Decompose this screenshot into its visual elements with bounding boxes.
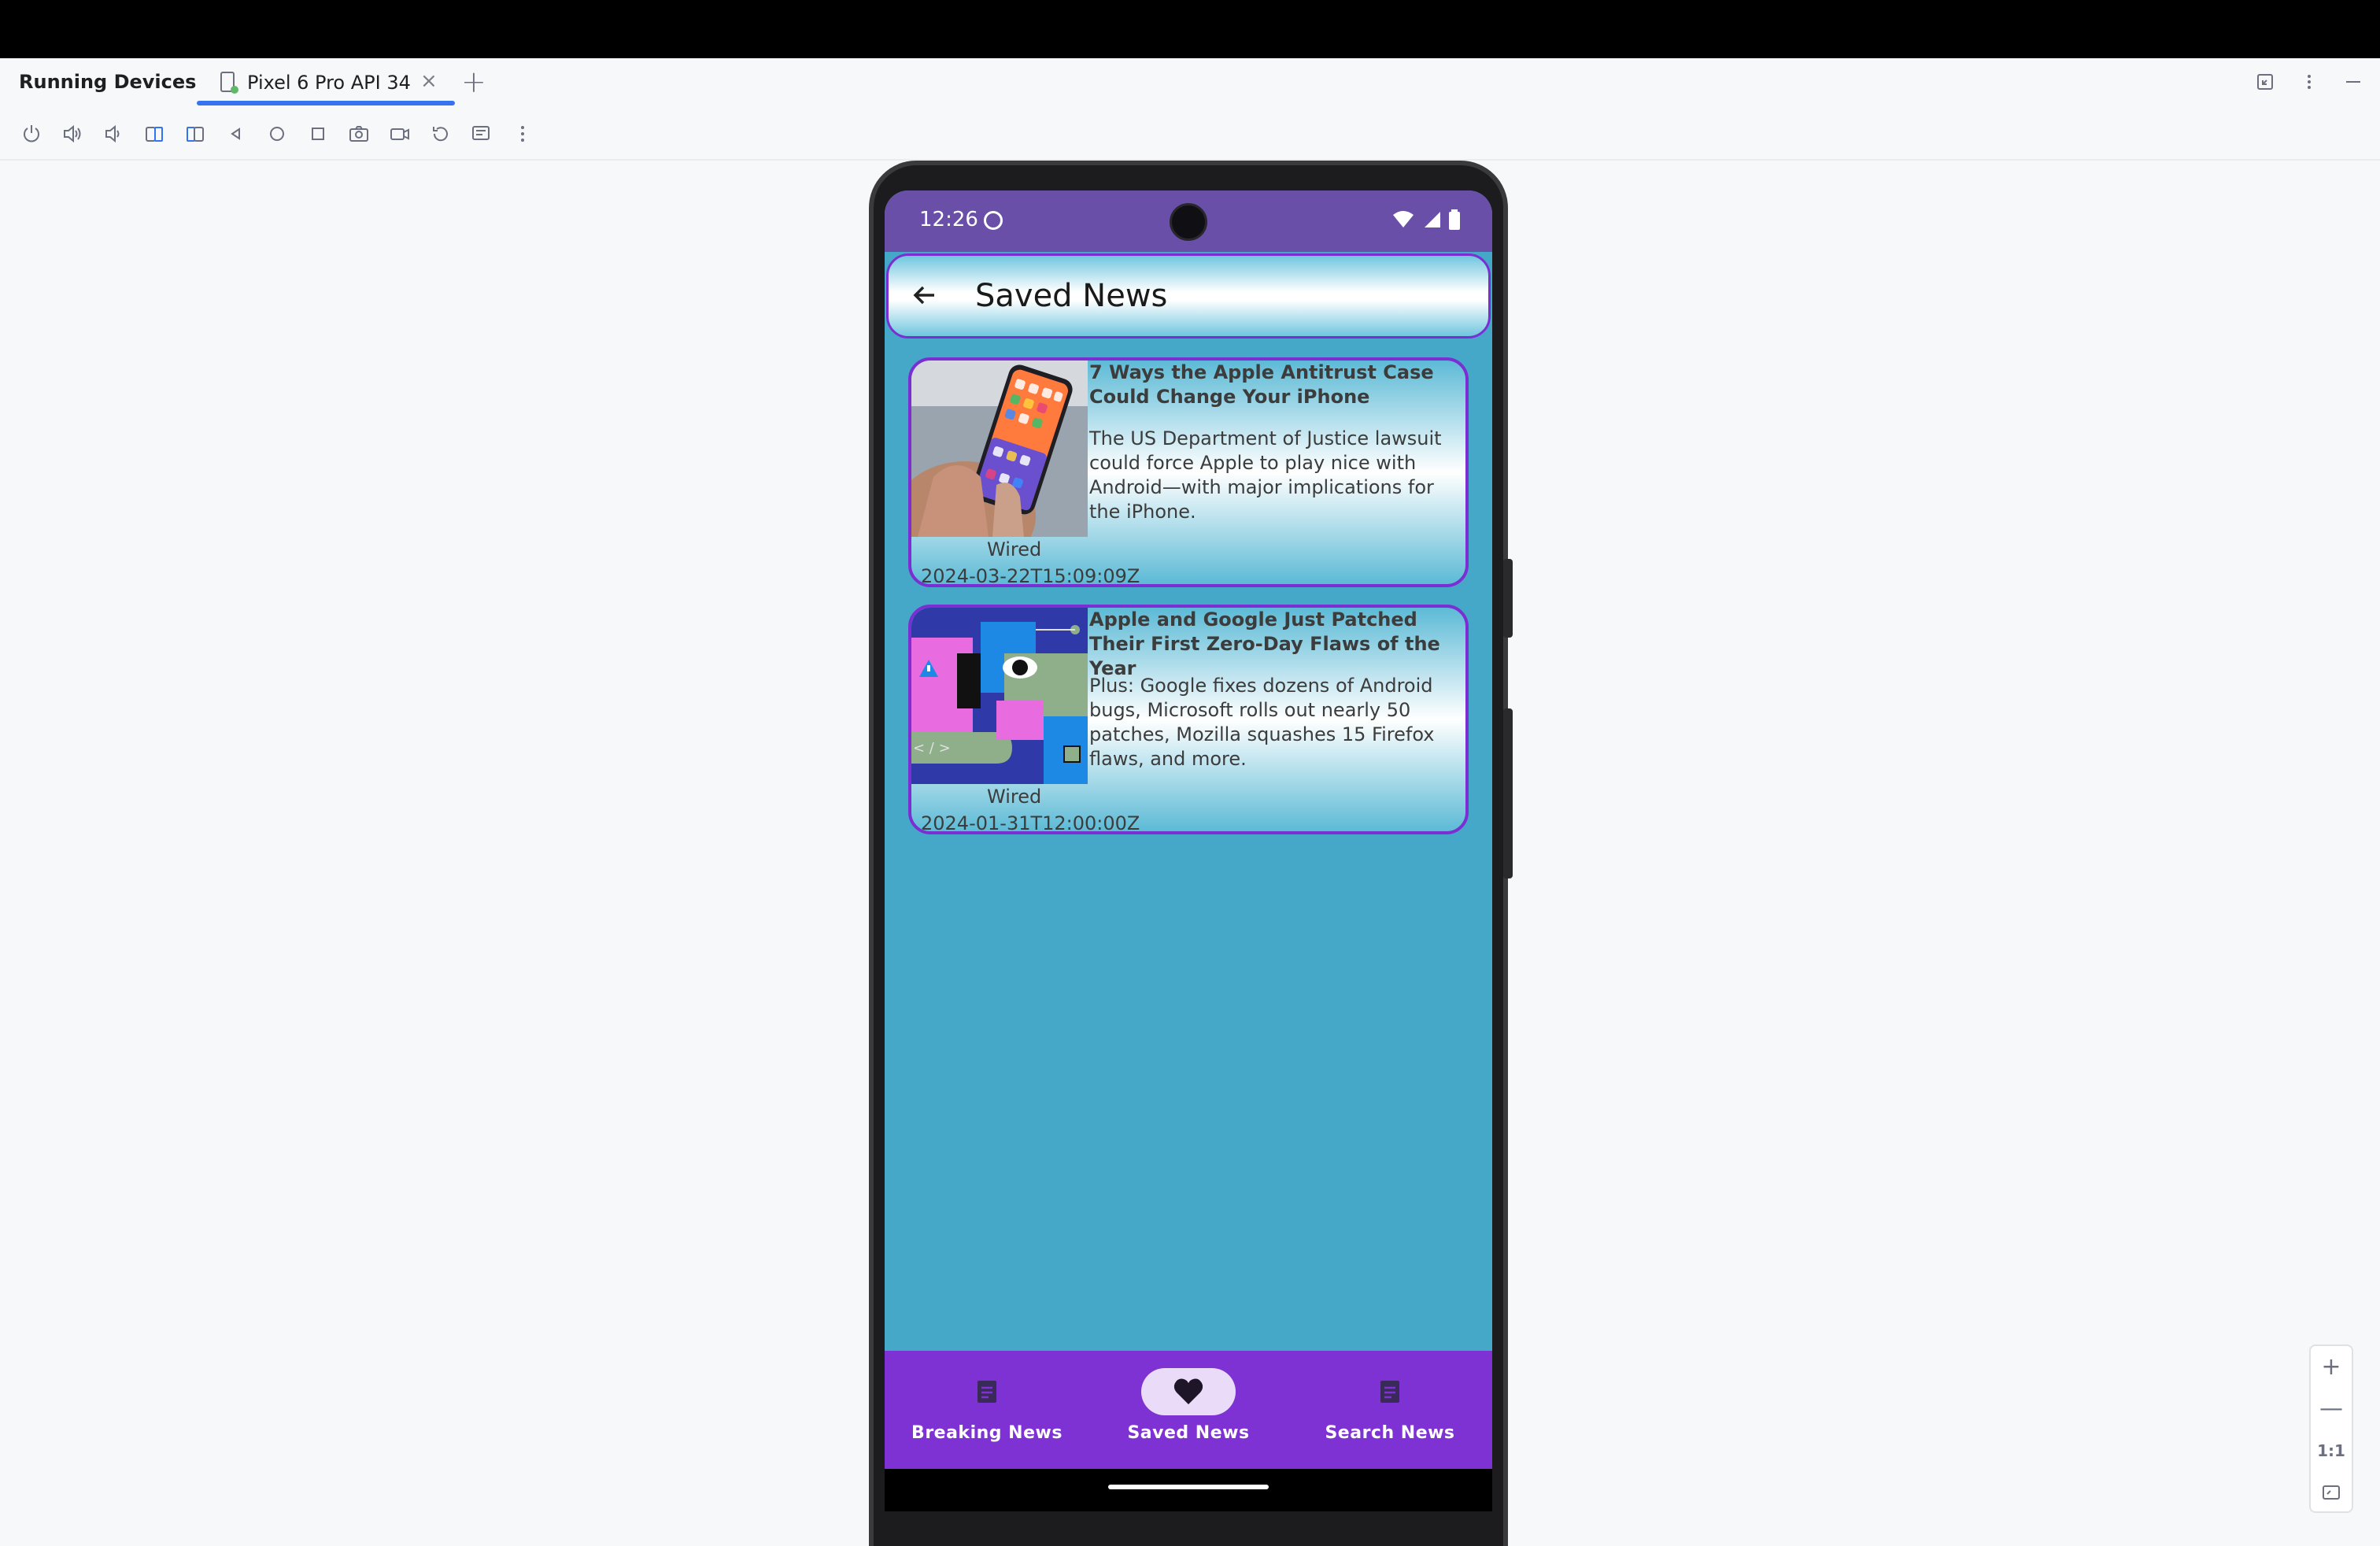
device-toolbar [0, 107, 2380, 161]
add-device-tab-button[interactable]: + [461, 65, 486, 99]
running-devices-tab-bar: Running Devices Pixel 6 Pro API 34 × + [0, 58, 2380, 107]
volume-up-icon[interactable] [60, 121, 85, 146]
screenshot-icon[interactable] [346, 121, 371, 146]
nav-breaking-news[interactable]: Breaking News [893, 1368, 1081, 1455]
volume-side-button[interactable] [1503, 708, 1513, 878]
tab-label: Pixel 6 Pro API 34 [247, 72, 411, 94]
news-card[interactable]: 7 Ways the Apple Antitrust Case Could Ch… [908, 357, 1469, 587]
home-handle[interactable] [1108, 1485, 1269, 1489]
rotate-left-icon[interactable] [142, 121, 167, 146]
article-source: Wired [987, 786, 1042, 808]
back-icon[interactable] [224, 121, 249, 146]
front-camera [1170, 203, 1207, 241]
gesture-bar [885, 1469, 1492, 1511]
article-title: 7 Ways the Apple Antitrust Case Could Ch… [1089, 361, 1434, 408]
wifi-icon [1393, 211, 1414, 227]
heart-icon [1173, 1378, 1203, 1404]
battery-icon [1449, 209, 1460, 230]
close-tab-icon[interactable]: × [420, 69, 438, 93]
minimize-icon[interactable] [2342, 71, 2364, 93]
nav-saved-news[interactable]: Saved News [1094, 1368, 1283, 1455]
article-thumbnail: < / > [911, 608, 1088, 784]
nav-label: Breaking News [911, 1423, 1062, 1443]
more-options-icon[interactable] [2298, 71, 2320, 93]
zoom-actual-size-button[interactable]: 1:1 [2311, 1429, 2352, 1471]
bottom-navigation: Breaking News Saved News Search News [885, 1351, 1492, 1469]
article-source: Wired [987, 538, 1042, 560]
power-side-button[interactable] [1503, 559, 1513, 638]
article-icon [1380, 1381, 1399, 1403]
article-title: Apple and Google Just Patched Their Firs… [1089, 608, 1440, 679]
nav-label: Search News [1325, 1423, 1455, 1443]
top-app-bar: Saved News [886, 253, 1491, 338]
article-date: 2024-01-31T12:00:00Z [921, 812, 1140, 834]
reset-icon[interactable] [428, 121, 453, 146]
nav-label: Saved News [1127, 1423, 1250, 1443]
device-settings-icon[interactable] [469, 121, 494, 146]
zoom-in-button[interactable]: + [2311, 1346, 2352, 1388]
status-bar: 12:26 [885, 190, 1492, 252]
window-top-bar [0, 0, 2380, 58]
device-icon [220, 72, 238, 94]
page-title: Saved News [975, 278, 1168, 314]
zoom-fit-icon[interactable] [2311, 1471, 2352, 1513]
volume-down-icon[interactable] [101, 121, 126, 146]
screen-record-icon[interactable] [387, 121, 412, 146]
article-icon [978, 1381, 996, 1403]
more-actions-icon[interactable] [510, 121, 535, 146]
home-icon[interactable] [264, 121, 290, 146]
restore-icon[interactable] [2254, 71, 2276, 93]
power-icon[interactable] [19, 121, 44, 146]
article-description: Plus: Google fixes dozens of Android bug… [1089, 675, 1435, 770]
article-date: 2024-03-22T15:09:09Z [921, 565, 1140, 587]
article-description: The US Department of Justice lawsuit cou… [1089, 427, 1442, 523]
svg-text:< / >: < / > [913, 740, 951, 756]
zoom-out-button[interactable]: — [2311, 1388, 2352, 1429]
active-tab-indicator [197, 101, 455, 105]
notification-icon [984, 211, 1003, 230]
overview-icon[interactable] [305, 121, 331, 146]
signal-icon [1425, 212, 1440, 227]
phone-screen: 12:26 Saved News 7 Ways the Apple Antitr… [885, 190, 1492, 1511]
back-arrow-icon[interactable] [909, 279, 941, 311]
news-card[interactable]: < / > Apple and Google Just Patched Thei… [908, 605, 1469, 834]
article-thumbnail [911, 361, 1088, 537]
rotate-right-icon[interactable] [183, 121, 208, 146]
zoom-controls: + — 1:1 [2309, 1344, 2353, 1513]
status-time: 12:26 [919, 208, 978, 231]
panel-title: Running Devices [19, 71, 197, 93]
tab-pixel-6-pro[interactable]: Pixel 6 Pro API 34 × [197, 58, 456, 107]
nav-search-news[interactable]: Search News [1295, 1368, 1484, 1455]
